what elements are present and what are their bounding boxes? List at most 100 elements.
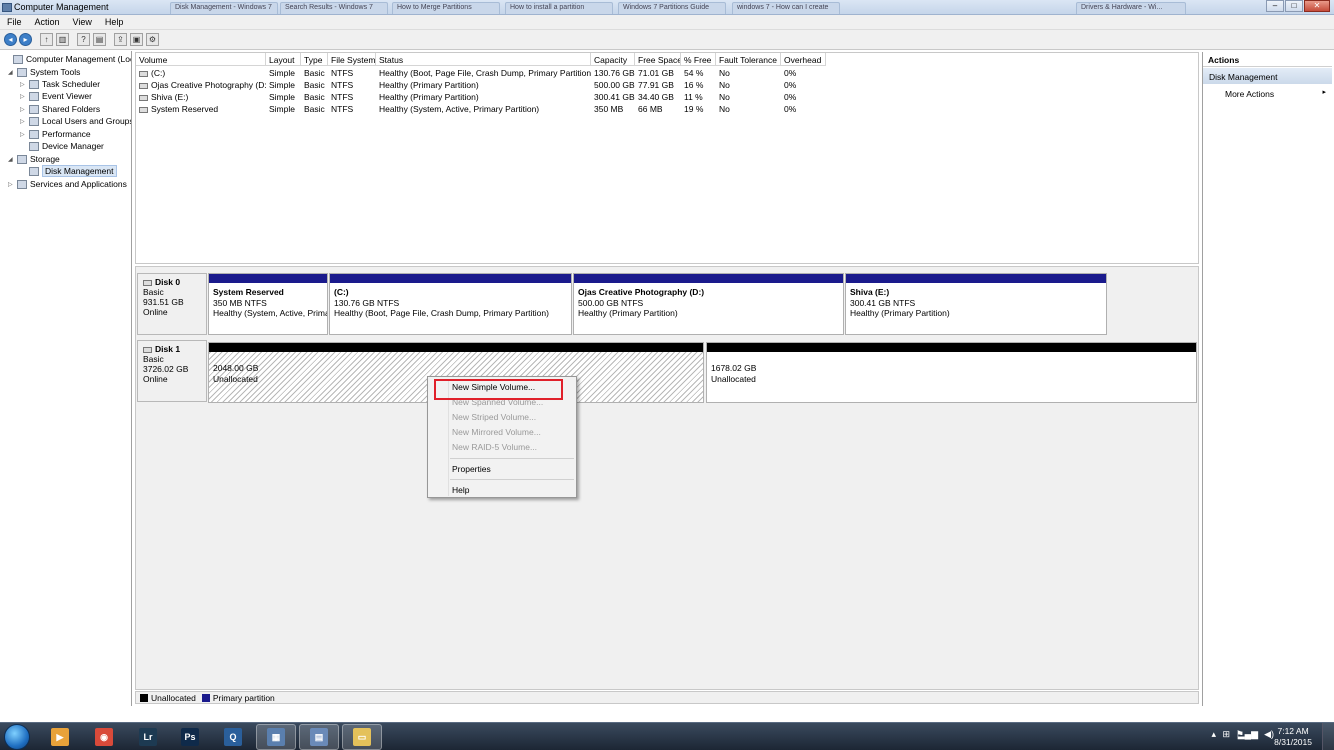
table-cell: Basic [301, 104, 328, 114]
tree-item[interactable]: ▷ Shared Folders [20, 103, 100, 115]
device-manager-icon [29, 141, 39, 151]
disk-icon [29, 166, 39, 176]
tree-item[interactable]: ◢ Storage [8, 153, 60, 165]
unallocated-partition[interactable]: 1678.02 GB Unallocated [706, 342, 1197, 403]
table-row[interactable]: System Reserved Simple Basic NTFS Healthy (S… [136, 104, 1200, 116]
column-header[interactable]: Layout [266, 53, 301, 66]
window-tab[interactable]: Search Results - Windows 7 [280, 2, 388, 14]
tree-item[interactable]: ▷ Performance [20, 128, 91, 140]
menu-file[interactable]: File [0, 15, 28, 29]
partition[interactable]: (C:) 130.76 GB NTFS Healthy (Boot, Page Fi… [329, 273, 572, 335]
disk-type: Basic [143, 287, 164, 297]
menu-item-help[interactable]: Help [452, 485, 469, 497]
users-icon [29, 116, 39, 126]
windows-flag-icon[interactable]: ⊞ [1222, 729, 1230, 740]
table-row[interactable]: (C:) Simple Basic NTFS Healthy (Boot, Page F… [136, 68, 1200, 80]
properties-icon[interactable]: ▤ [93, 33, 106, 46]
window-tab[interactable]: Disk Management - Windows 7 [170, 2, 278, 14]
expander-icon[interactable]: ▷ [20, 118, 28, 125]
taskbar-lightroom-button[interactable]: Lr [128, 724, 168, 750]
column-header[interactable]: % Free [681, 53, 716, 66]
column-header[interactable]: Free Space [635, 53, 681, 66]
clock[interactable]: 7:12 AM 8/31/2015 [1274, 726, 1312, 748]
settings-icon[interactable]: ⚙ [146, 33, 159, 46]
column-header[interactable]: Type [301, 53, 328, 66]
disk-label[interactable]: Disk 1 Basic 3726.02 GB Online [137, 340, 207, 402]
table-cell: 0% [781, 80, 826, 90]
window-tab[interactable]: Drivers & Hardware - Wi... [1076, 2, 1186, 14]
taskbar-app-q-button[interactable]: Q [213, 724, 253, 750]
expander-icon[interactable]: ◢ [8, 69, 16, 76]
volume-icon[interactable]: ◀) [1264, 729, 1274, 740]
column-header[interactable]: Capacity [591, 53, 635, 66]
tree-item[interactable]: Device Manager [20, 140, 104, 152]
tree-item[interactable]: ▷ Services and Applications [8, 178, 127, 190]
cell-text: Basic [304, 104, 325, 114]
table-cell: Simple [266, 80, 301, 90]
expander-icon[interactable]: ▷ [20, 81, 28, 88]
menu-action[interactable]: Action [28, 15, 66, 29]
tray-arrow-icon[interactable]: ▴ [1211, 729, 1216, 740]
taskbar-photoshop-button[interactable]: Ps [170, 724, 210, 750]
taskbar-computer-management-button[interactable]: ▦ [256, 724, 296, 750]
tree-item[interactable]: Disk Management [20, 165, 117, 177]
expander-icon[interactable]: ◢ [8, 156, 16, 163]
expander-icon[interactable]: ▷ [8, 181, 16, 188]
tree-item[interactable]: ▷ Local Users and Groups [20, 115, 131, 127]
window-tab[interactable]: Windows 7 Partitions Guide [618, 2, 726, 14]
tree-item-label: Performance [42, 129, 91, 139]
minimize-button[interactable]: – [1266, 0, 1284, 12]
partition-name: Ojas Creative Photography (D:) [578, 287, 705, 297]
column-header[interactable]: Volume [136, 53, 266, 66]
tree-item[interactable]: ◢ System Tools [8, 66, 80, 78]
window-tab[interactable]: How to install a partition [505, 2, 613, 14]
cell-text: System Reserved [151, 104, 219, 114]
partition[interactable]: Shiva (E:) 300.41 GB NTFS Healthy (Primary… [845, 273, 1107, 335]
taskbar-explorer-button[interactable]: ▭ [342, 724, 382, 750]
export-list-icon[interactable]: ⇪ [114, 33, 127, 46]
clock-icon [29, 79, 39, 89]
forward-arrow-icon[interactable]: ▸ [19, 33, 32, 46]
cell-text: 130.76 GB [594, 68, 635, 78]
open-icon[interactable]: ▣ [130, 33, 143, 46]
photoshop-icon: Ps [181, 728, 199, 746]
up-folder-icon[interactable]: ↑ [40, 33, 53, 46]
column-header[interactable]: Overhead [781, 53, 826, 66]
table-row[interactable]: Shiva (E:) Simple Basic NTFS Healthy (Primar… [136, 92, 1200, 104]
table-cell: 0% [781, 104, 826, 114]
partition[interactable]: System Reserved 350 MB NTFS Healthy (Syste… [208, 273, 328, 335]
tree-item[interactable]: ▷ Event Viewer [20, 90, 92, 102]
tree-item[interactable]: ▷ Task Scheduler [20, 78, 100, 90]
more-actions[interactable]: More Actions ▸ [1203, 84, 1332, 100]
menu-item-properties[interactable]: Properties [452, 464, 491, 476]
window-title-bar[interactable]: Computer Management Disk Management - Wi… [0, 0, 1334, 15]
show-hide-tree-icon[interactable]: ▥ [56, 33, 69, 46]
expander-icon[interactable]: ▷ [20, 131, 28, 138]
menu-view[interactable]: View [66, 15, 98, 29]
disk-icon [143, 346, 152, 353]
disk-label[interactable]: Disk 0 Basic 931.51 GB Online [137, 273, 207, 335]
maximize-button[interactable]: □ [1285, 0, 1303, 12]
expander-icon[interactable]: ▷ [20, 93, 28, 100]
partition[interactable]: Ojas Creative Photography (D:) 500.00 GB … [573, 273, 844, 335]
close-button[interactable]: ✕ [1304, 0, 1330, 12]
show-desktop-button[interactable] [1322, 723, 1334, 750]
taskbar-media-player-button[interactable]: ▶ [40, 724, 80, 750]
column-header[interactable]: File System [328, 53, 376, 66]
taskbar-remote-button[interactable]: ▤ [299, 724, 339, 750]
table-row[interactable]: Ojas Creative Photography (D:) Simple Basi… [136, 80, 1200, 92]
back-arrow-icon[interactable]: ◂ [4, 33, 17, 46]
expander-icon[interactable]: ▷ [20, 106, 28, 113]
actions-section-disk-management[interactable]: Disk Management [1203, 68, 1332, 84]
window-tab[interactable]: How to Merge Partitions [392, 2, 500, 14]
column-header[interactable]: Fault Tolerance [716, 53, 781, 66]
start-button[interactable] [4, 724, 30, 750]
column-header[interactable]: Status [376, 53, 591, 66]
network-signal-icon[interactable]: ▂▄▆ [1238, 729, 1258, 740]
tree-item[interactable]: Computer Management (Local [4, 53, 131, 65]
window-tab[interactable]: windows 7 - How can I create [732, 2, 840, 14]
help-icon[interactable]: ? [77, 33, 90, 46]
actions-pane: Actions Disk Management More Actions ▸ [1202, 52, 1332, 706]
menu-help[interactable]: Help [98, 15, 130, 29]
taskbar-chrome-button[interactable]: ◉ [84, 724, 124, 750]
